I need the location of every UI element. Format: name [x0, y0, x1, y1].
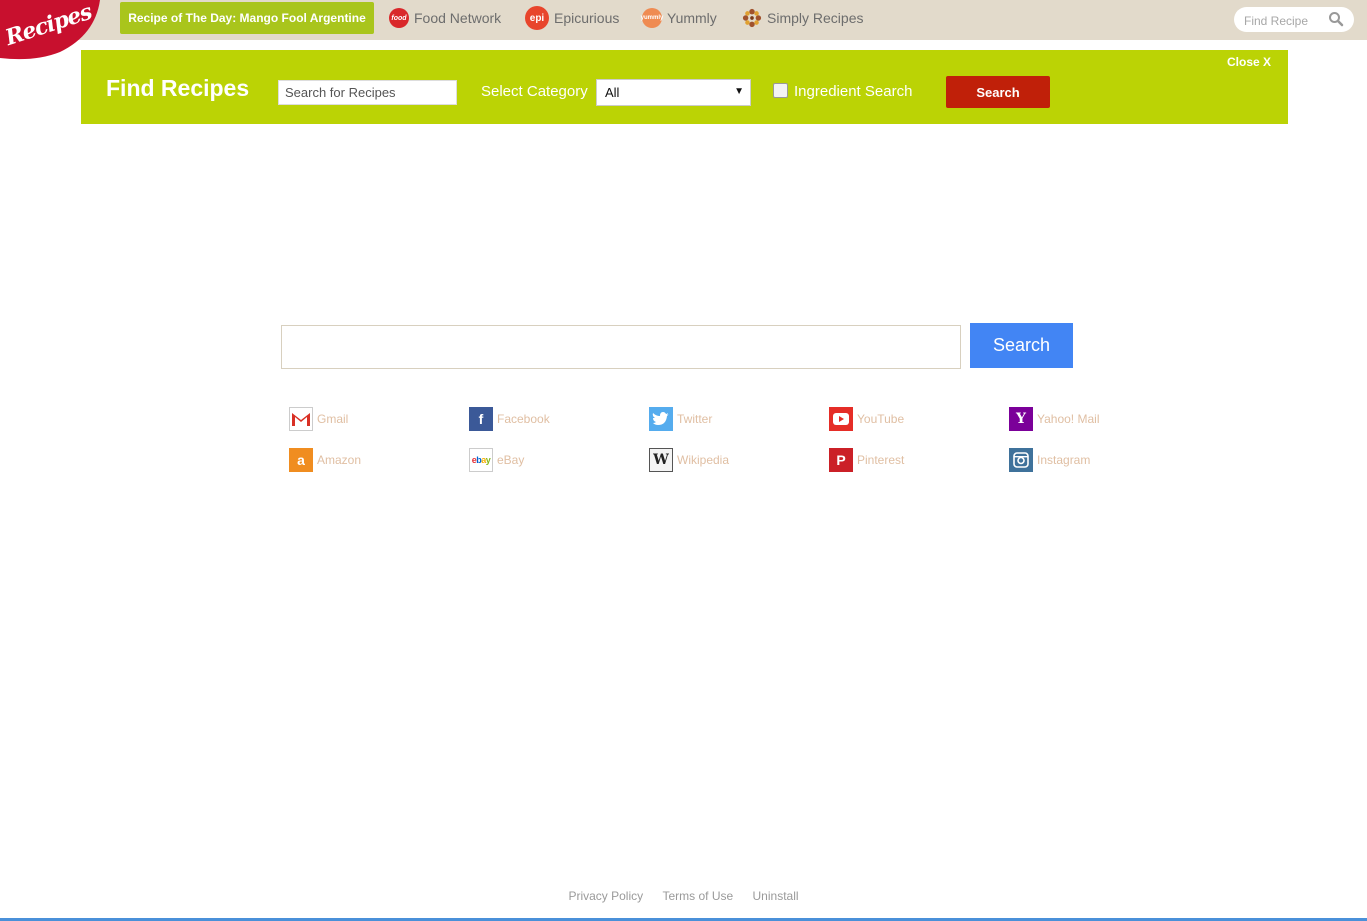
- quick-link-wikipedia[interactable]: W Wikipedia: [649, 448, 729, 472]
- category-value: All: [605, 85, 620, 100]
- quick-link-label: YouTube: [857, 412, 905, 426]
- find-recipe-input[interactable]: [1242, 11, 1330, 30]
- nav-link-label: Food Network: [414, 10, 502, 26]
- recipe-of-the-day-button[interactable]: Recipe of The Day: Mango Fool Argentine: [120, 2, 374, 34]
- recipe-search-input[interactable]: [278, 80, 457, 105]
- top-bar: Recipes Recipe of The Day: Mango Fool Ar…: [0, 0, 1367, 60]
- epicurious-icon: epi: [525, 6, 549, 30]
- main-search-input[interactable]: [281, 325, 961, 369]
- quick-link-label: Wikipedia: [677, 453, 730, 467]
- recipe-search-button[interactable]: Search: [946, 76, 1050, 108]
- category-label: Select Category: [481, 83, 588, 100]
- find-recipes-panel: Find Recipes Select Category All ▼ Ingre…: [81, 50, 1288, 124]
- main-search-button[interactable]: Search: [970, 323, 1073, 368]
- quick-link-label: Pinterest: [857, 453, 905, 467]
- category-select[interactable]: All ▼: [596, 79, 751, 106]
- dropdown-arrow-icon: ▼: [734, 86, 744, 97]
- yahoo-mail-icon: Y: [1009, 407, 1033, 431]
- instagram-icon: [1009, 448, 1033, 472]
- wikipedia-icon: W: [649, 448, 673, 472]
- quick-link-facebook[interactable]: f Facebook: [469, 407, 550, 431]
- footer: Privacy Policy Terms of Use Uninstall: [0, 889, 1367, 903]
- panel-title: Find Recipes: [106, 75, 250, 101]
- nav-link-epicurious[interactable]: epi Epicurious: [525, 6, 619, 30]
- ebay-icon: ebay: [469, 448, 493, 472]
- privacy-policy-link[interactable]: Privacy Policy: [568, 889, 643, 903]
- search-icon[interactable]: [1328, 11, 1344, 32]
- ingredient-search-label[interactable]: Ingredient Search: [794, 83, 912, 100]
- quick-link-amazon[interactable]: a Amazon: [289, 448, 361, 472]
- simply-recipes-icon: [742, 8, 762, 28]
- nav-link-simply-recipes[interactable]: Simply Recipes: [742, 6, 863, 30]
- quick-link-label: Instagram: [1037, 453, 1091, 467]
- quick-link-pinterest[interactable]: P Pinterest: [829, 448, 904, 472]
- quick-link-yahoo-mail[interactable]: Y Yahoo! Mail: [1009, 407, 1099, 431]
- quick-link-ebay[interactable]: ebay eBay: [469, 448, 524, 472]
- facebook-icon: f: [469, 407, 493, 431]
- amazon-icon: a: [289, 448, 313, 472]
- quick-link-label: Gmail: [317, 412, 349, 426]
- nav-link-label: Epicurious: [554, 10, 620, 26]
- close-panel-button[interactable]: Close X: [1227, 55, 1271, 69]
- terms-of-use-link[interactable]: Terms of Use: [662, 889, 733, 903]
- quick-link-label: Twitter: [677, 412, 713, 426]
- nav-link-yummly[interactable]: yummly Yummly: [641, 6, 717, 30]
- quick-link-label: Facebook: [497, 412, 550, 426]
- food-network-icon: food: [389, 8, 409, 28]
- nav-link-food-network[interactable]: food Food Network: [389, 6, 501, 30]
- twitter-icon: [649, 407, 673, 431]
- quick-link-label: Yahoo! Mail: [1037, 412, 1100, 426]
- quick-link-label: eBay: [497, 453, 525, 467]
- uninstall-link[interactable]: Uninstall: [753, 889, 799, 903]
- quick-link-twitter[interactable]: Twitter: [649, 407, 712, 431]
- nav-link-label: Yummly: [667, 10, 717, 26]
- yummly-icon: yummly: [641, 8, 663, 28]
- nav-link-label: Simply Recipes: [767, 10, 864, 26]
- gmail-icon: [289, 407, 313, 431]
- quick-link-youtube[interactable]: YouTube: [829, 407, 904, 431]
- find-recipe-search: [1234, 7, 1354, 32]
- youtube-icon: [829, 407, 853, 431]
- ingredient-search-checkbox[interactable]: [773, 83, 788, 98]
- quick-link-gmail[interactable]: Gmail: [289, 407, 348, 431]
- recipes-logo[interactable]: Recipes: [0, 0, 104, 60]
- quick-link-label: Amazon: [317, 453, 362, 467]
- pinterest-icon: P: [829, 448, 853, 472]
- quick-link-instagram[interactable]: Instagram: [1009, 448, 1090, 472]
